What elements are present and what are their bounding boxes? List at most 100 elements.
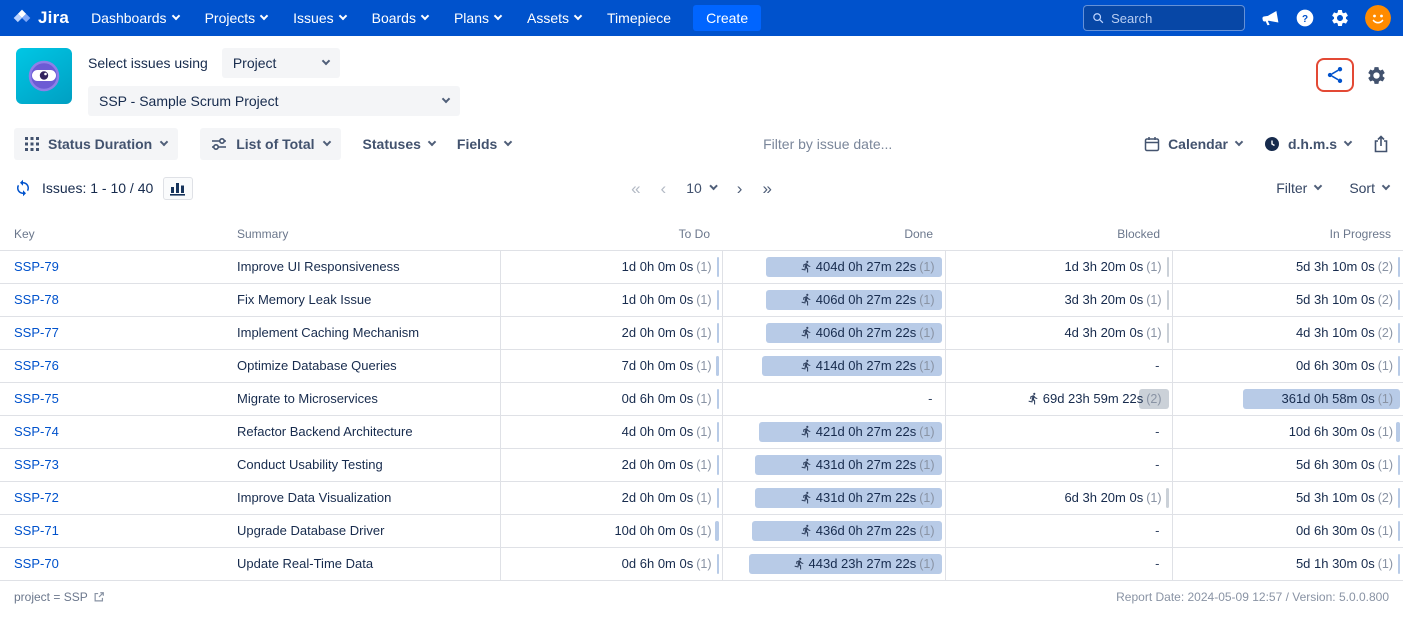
issue-key-link[interactable]: SSP-77 <box>14 325 59 340</box>
issue-key-link[interactable]: SSP-71 <box>14 523 59 538</box>
nav-item-label: Timepiece <box>607 10 671 26</box>
report-actions <box>1316 48 1387 92</box>
calendar-select[interactable]: Calendar <box>1144 136 1242 152</box>
column-header-key: Key <box>0 218 222 250</box>
duration-bar <box>1398 290 1400 310</box>
page-size-value: 10 <box>686 180 702 196</box>
fields-select[interactable]: Fields <box>457 136 511 152</box>
create-button[interactable]: Create <box>693 5 761 31</box>
duration-cell-done: 431d 0h 27m 22s(1) <box>722 481 945 514</box>
duration-cell-inprogress: 5d 3h 10m 0s(2) <box>1172 250 1403 283</box>
duration-count: (1) <box>919 359 934 373</box>
nav-right: ? <box>1083 5 1391 31</box>
duration-count: (1) <box>696 392 711 406</box>
duration-cell-blocked: - <box>945 514 1172 547</box>
issue-key-link[interactable]: SSP-79 <box>14 259 59 274</box>
first-page-button[interactable]: « <box>631 180 640 197</box>
announcements-button[interactable] <box>1260 8 1280 28</box>
duration-cell-inprogress: 0d 6h 30m 0s(1) <box>1172 514 1403 547</box>
statuses-select[interactable]: Statuses <box>363 136 435 152</box>
duration-cell-todo: 10d 0h 0m 0s(1) <box>500 514 722 547</box>
chevron-down-icon <box>322 57 330 65</box>
annotation-highlight-ring <box>1316 58 1354 92</box>
nav-item-issues[interactable]: Issues <box>293 10 345 26</box>
jira-home-link[interactable]: Jira <box>12 8 69 28</box>
duration-cell-todo: 2d 0h 0m 0s(1) <box>500 448 722 481</box>
global-search[interactable] <box>1083 5 1245 31</box>
duration-value: 10d 0h 0m 0s <box>614 523 693 538</box>
duration-count: (1) <box>696 359 711 373</box>
chart-view-button[interactable] <box>163 177 193 200</box>
prev-page-button[interactable]: ‹ <box>661 180 667 197</box>
filter-menu[interactable]: Filter <box>1276 180 1321 196</box>
last-page-button[interactable]: » <box>762 180 771 197</box>
chevron-down-icon <box>260 12 268 20</box>
issues-count-label: Issues: 1 - 10 / 40 <box>42 180 153 196</box>
share-report-button[interactable] <box>1325 65 1345 85</box>
help-icon: ? <box>1295 8 1315 28</box>
duration-count: (1) <box>696 557 711 571</box>
duration-cell-inprogress: 5d 3h 10m 0s(2) <box>1172 481 1403 514</box>
duration-cell-done: 406d 0h 27m 22s(1) <box>722 283 945 316</box>
user-avatar[interactable] <box>1365 5 1391 31</box>
duration-count: (1) <box>919 425 934 439</box>
app-logo <box>16 48 72 104</box>
duration-value: 3d 3h 20m 0s <box>1064 292 1143 307</box>
nav-item-plans[interactable]: Plans <box>454 10 501 26</box>
nav-item-timepiece[interactable]: Timepiece <box>607 10 671 26</box>
page-size-select[interactable]: 10 <box>686 180 717 196</box>
issue-key-link[interactable]: SSP-76 <box>14 358 59 373</box>
nav-item-boards[interactable]: Boards <box>372 10 428 26</box>
jql-filter-link[interactable]: project = SSP <box>14 590 105 604</box>
issue-key-link[interactable]: SSP-70 <box>14 556 59 571</box>
duration-count: (1) <box>1378 425 1393 439</box>
export-icon <box>1373 135 1389 153</box>
nav-item-label: Dashboards <box>91 10 167 26</box>
duration-bar <box>1167 290 1169 310</box>
duration-bar <box>1398 554 1400 574</box>
issue-key-link[interactable]: SSP-74 <box>14 424 59 439</box>
report-toolbar: Status Duration List of Total Statuses F… <box>0 124 1403 168</box>
issue-source-select[interactable]: Project <box>222 48 340 78</box>
project-select[interactable]: SSP - Sample Scrum Project <box>88 86 460 116</box>
issue-date-filter[interactable]: Filter by issue date... <box>533 136 1122 152</box>
key-cell: SSP-72 <box>0 481 222 514</box>
nav-item-assets[interactable]: Assets <box>527 10 581 26</box>
search-icon <box>1092 11 1104 25</box>
nav-item-dashboards[interactable]: Dashboards <box>91 10 179 26</box>
column-header-in-progress: In Progress <box>1172 218 1403 250</box>
duration-count: (1) <box>696 326 711 340</box>
nav-item-projects[interactable]: Projects <box>205 10 268 26</box>
help-button[interactable]: ? <box>1295 8 1315 28</box>
report-settings-button[interactable] <box>1366 65 1387 86</box>
duration-cell-blocked: - <box>945 448 1172 481</box>
next-page-button[interactable]: › <box>737 180 743 197</box>
issue-key-link[interactable]: SSP-78 <box>14 292 59 307</box>
report-type-select[interactable]: Status Duration <box>14 128 178 160</box>
sort-menu[interactable]: Sort <box>1349 180 1389 196</box>
runner-icon <box>800 326 813 339</box>
export-button[interactable] <box>1373 135 1389 153</box>
refresh-button[interactable] <box>14 179 32 197</box>
table-row: SSP-71Upgrade Database Driver10d 0h 0m 0… <box>0 514 1403 547</box>
duration-value: 421d 0h 27m 22s <box>816 424 916 439</box>
sort-label: Sort <box>1349 180 1375 196</box>
duration-cell-inprogress: 10d 6h 30m 0s(1) <box>1172 415 1403 448</box>
search-input[interactable] <box>1111 11 1236 26</box>
timepiece-app-icon <box>22 54 66 98</box>
list-mode-select[interactable]: List of Total <box>200 128 340 160</box>
issue-key-link[interactable]: SSP-73 <box>14 457 59 472</box>
time-format-select[interactable]: d.h.m.s <box>1264 136 1351 152</box>
duration-bar <box>1167 323 1169 343</box>
duration-value: 406d 0h 27m 22s <box>816 292 916 307</box>
settings-button[interactable] <box>1330 8 1350 28</box>
issue-key-link[interactable]: SSP-72 <box>14 490 59 505</box>
runner-icon <box>1027 392 1040 405</box>
chevron-down-icon <box>160 138 168 146</box>
issue-key-link[interactable]: SSP-75 <box>14 391 59 406</box>
duration-cell-done: 404d 0h 27m 22s(1) <box>722 250 945 283</box>
duration-cell-blocked: 6d 3h 20m 0s(1) <box>945 481 1172 514</box>
duration-count: (2) <box>1378 293 1393 307</box>
jql-filter-text: project = SSP <box>14 590 88 604</box>
duration-cell-blocked: - <box>945 349 1172 382</box>
